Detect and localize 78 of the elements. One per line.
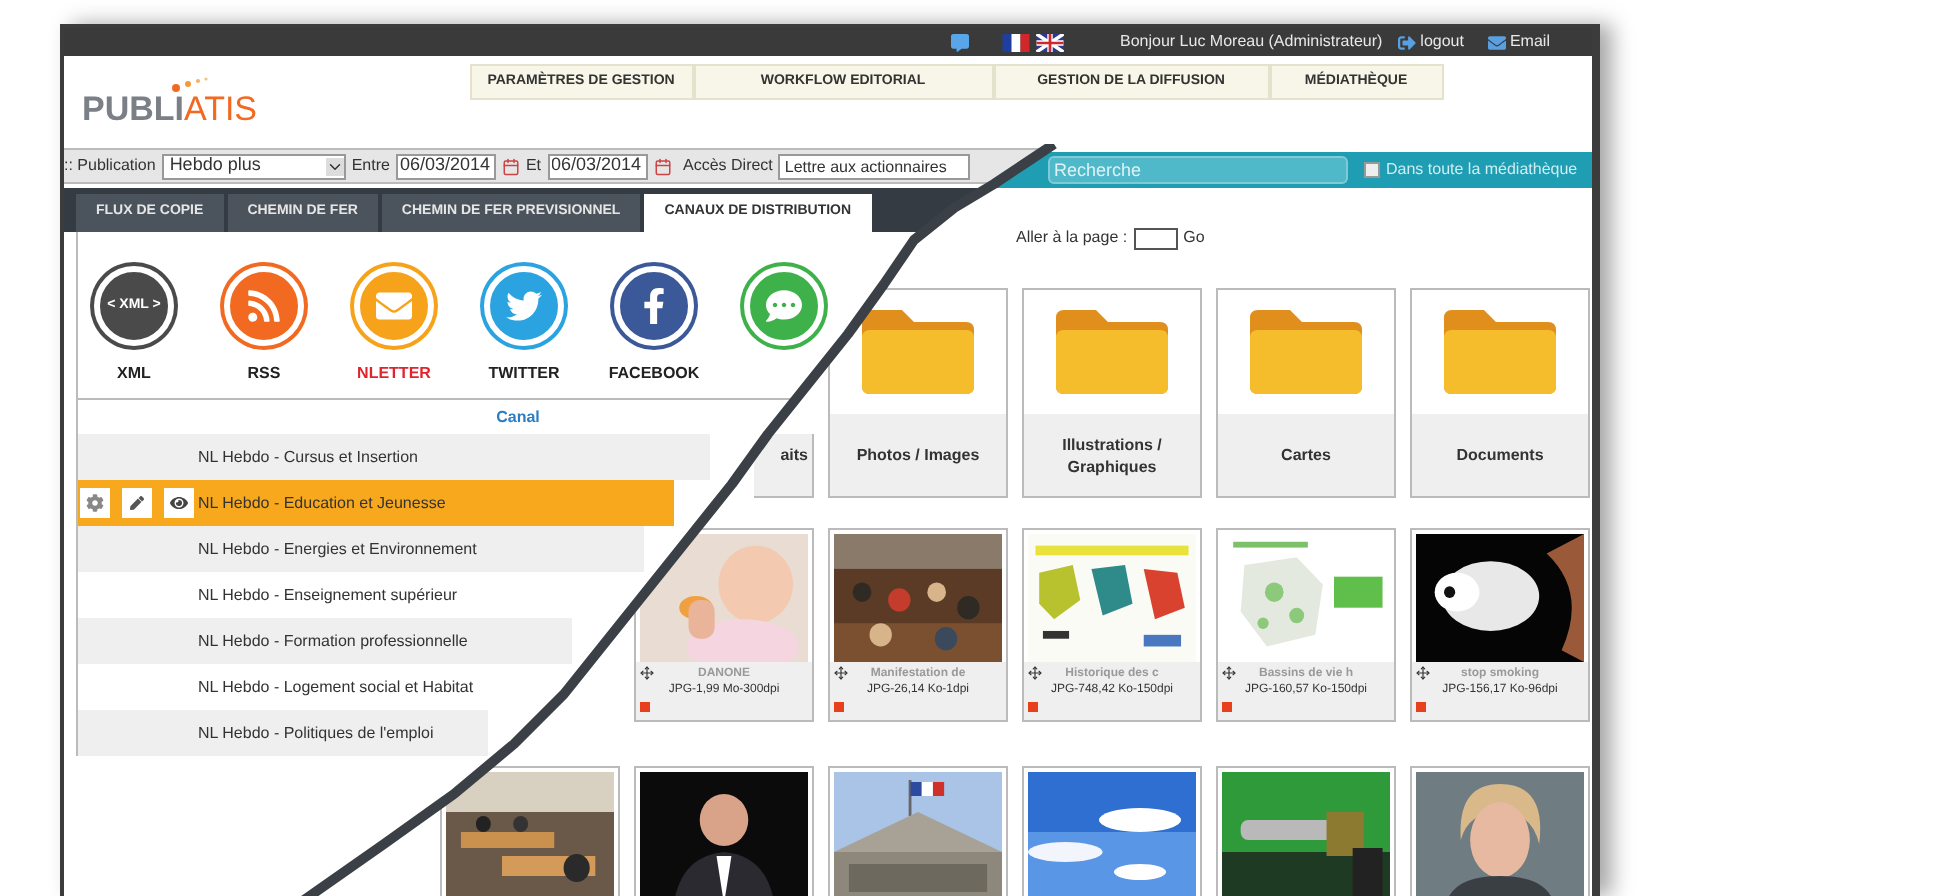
folder-icon bbox=[858, 306, 978, 398]
checkbox-label: Dans toute la médiathèque bbox=[1386, 158, 1578, 182]
folder-label: Illustrations / Graphiques bbox=[1060, 433, 1164, 477]
canal-name: NL Hebdo - Formation professionnelle bbox=[198, 629, 468, 653]
move-icon[interactable] bbox=[834, 666, 848, 680]
status-icon bbox=[834, 702, 844, 712]
email-link[interactable]: Email bbox=[1487, 30, 1550, 54]
view-button[interactable] bbox=[164, 488, 194, 518]
direct-access-label: Accès Direct bbox=[683, 154, 773, 178]
date-field[interactable]: 06/03/2014 bbox=[547, 153, 647, 179]
rss-icon bbox=[224, 266, 304, 346]
search-field[interactable]: Recherche bbox=[1048, 156, 1348, 184]
chat-icon bbox=[744, 266, 824, 346]
folder-card[interactable]: Documents bbox=[1410, 288, 1590, 498]
british-flag-icon[interactable] bbox=[1036, 33, 1064, 51]
canal-row[interactable]: NL Hebdo - Politiques de l'emploi bbox=[78, 710, 488, 756]
bird-icon bbox=[484, 266, 564, 346]
eye-icon bbox=[170, 494, 188, 512]
status-icon bbox=[1222, 702, 1232, 712]
chat-icon[interactable] bbox=[950, 33, 970, 51]
channel-button[interactable]: TWITTER bbox=[480, 266, 568, 384]
publication-label: :: Publication bbox=[64, 154, 156, 178]
folder-label: aits bbox=[780, 444, 808, 466]
status-icon bbox=[1028, 702, 1038, 712]
calendar-icon[interactable] bbox=[501, 157, 520, 175]
folder-card[interactable]: Photos / Images bbox=[828, 288, 1008, 498]
page-field[interactable] bbox=[1133, 227, 1178, 249]
status-icon bbox=[1416, 702, 1426, 712]
move-icon[interactable] bbox=[640, 666, 654, 680]
canal-name: NL Hebdo - Enseignement supérieur bbox=[198, 583, 458, 607]
folder-card[interactable]: Cartes bbox=[1216, 288, 1396, 498]
pencil-icon bbox=[130, 496, 144, 510]
and-label: Et bbox=[525, 154, 541, 178]
logout-icon bbox=[1398, 33, 1417, 51]
channel-button[interactable]: RSS bbox=[220, 266, 308, 384]
folder-card[interactable]: Illustrations / Graphiques bbox=[1022, 288, 1202, 498]
folder-icon bbox=[1246, 306, 1366, 398]
canal-row[interactable]: NL Hebdo - Energies et Environnement bbox=[78, 526, 644, 572]
dropdown-icon bbox=[325, 157, 344, 175]
publication-select[interactable]: Hebdo plus bbox=[161, 153, 346, 179]
canal-name: NL Hebdo - Cursus et Insertion bbox=[198, 445, 418, 469]
canal-name: NL Hebdo - Energies et Environnement bbox=[198, 537, 477, 561]
canal-name: NL Hebdo - Education et Jeunesse bbox=[198, 491, 446, 515]
greeting-text: Bonjour Luc Moreau (Administrateur) bbox=[1120, 30, 1383, 54]
channel-button[interactable]: FACEBOOK bbox=[610, 266, 698, 384]
date-field[interactable]: 06/03/2014 bbox=[395, 153, 496, 179]
folder-icon bbox=[1052, 306, 1172, 398]
between-label: Entre bbox=[351, 154, 390, 178]
move-icon[interactable] bbox=[1416, 666, 1430, 680]
folder-label: Cartes bbox=[1279, 444, 1333, 466]
checkbox[interactable] bbox=[1364, 162, 1380, 178]
envelope-icon bbox=[1487, 33, 1506, 51]
folder-icon bbox=[1440, 306, 1560, 398]
canal-row[interactable]: NL Hebdo - Education et Jeunesse bbox=[78, 480, 674, 526]
folder-card[interactable]: aits bbox=[754, 434, 814, 498]
canal-row[interactable]: NL Hebdo - Formation professionnelle bbox=[78, 618, 572, 664]
gear-icon bbox=[86, 494, 104, 512]
envelope-icon bbox=[354, 266, 434, 346]
canal-row[interactable]: NL Hebdo - Cursus et Insertion bbox=[78, 434, 710, 480]
logout-link[interactable]: logout bbox=[1398, 30, 1464, 54]
logo: PUBLIATIS bbox=[82, 76, 258, 126]
move-icon[interactable] bbox=[1028, 666, 1042, 680]
channel-button[interactable]: NLETTER bbox=[350, 266, 438, 384]
status-icon bbox=[640, 702, 650, 712]
move-icon[interactable] bbox=[1222, 666, 1236, 680]
pagination-label: Aller à la page : bbox=[1016, 226, 1128, 250]
folder-label: Photos / Images bbox=[854, 444, 982, 466]
calendar-icon[interactable] bbox=[653, 157, 671, 175]
facebook-icon bbox=[614, 266, 694, 346]
direct-access-select[interactable]: Lettre aux actionnaires bbox=[778, 153, 971, 179]
folder-label: Documents bbox=[1454, 444, 1546, 466]
edit-button[interactable] bbox=[122, 488, 152, 518]
french-flag-icon[interactable] bbox=[1002, 33, 1030, 51]
canal-heading: Canal bbox=[494, 406, 542, 430]
canal-name: NL Hebdo - Logement social et Habitat bbox=[198, 675, 474, 699]
canal-name: NL Hebdo - Politiques de l'emploi bbox=[198, 721, 434, 745]
settings-button[interactable] bbox=[80, 488, 110, 518]
go-button[interactable]: Go bbox=[1183, 226, 1205, 250]
